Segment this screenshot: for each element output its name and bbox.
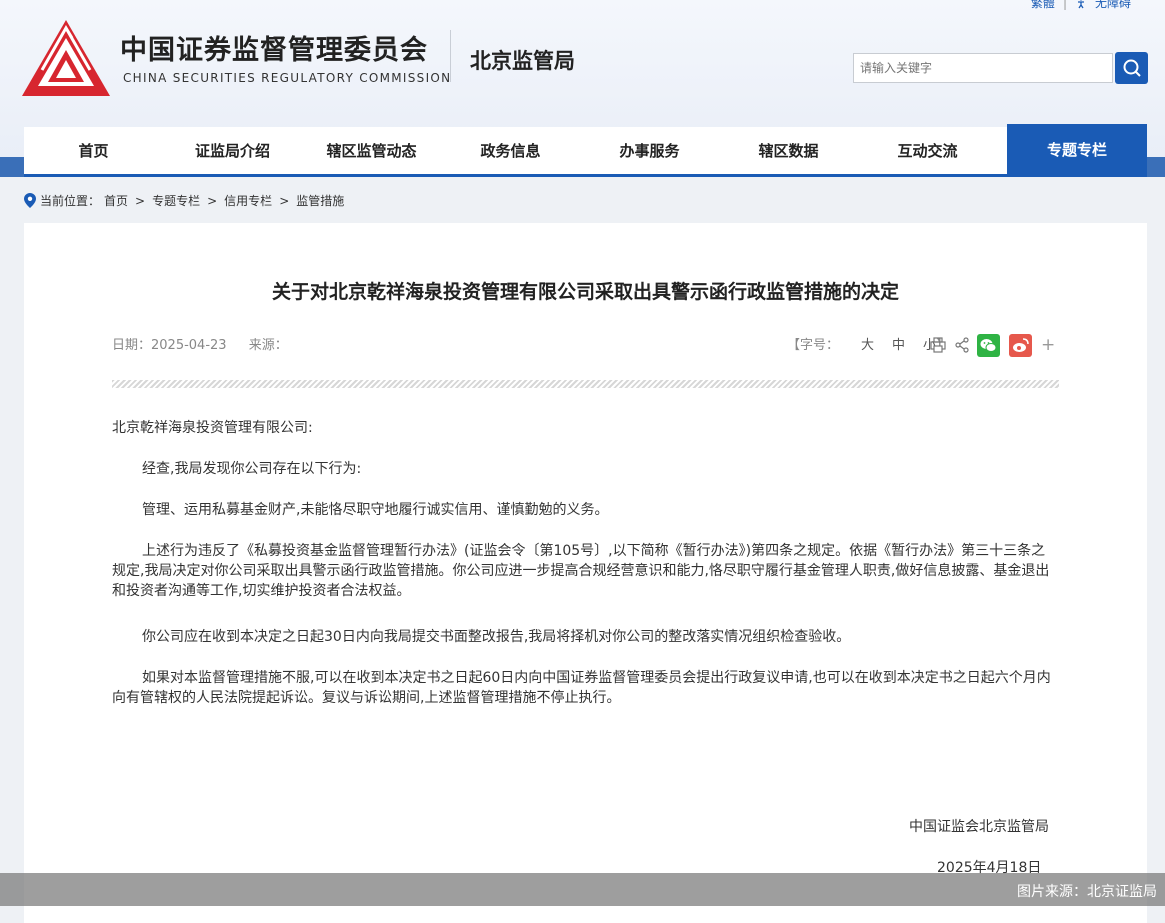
wechat-icon (980, 339, 997, 352)
nav-item-about[interactable]: 证监局介绍 (163, 127, 302, 174)
print-icon[interactable] (930, 337, 946, 353)
search-icon (1123, 59, 1141, 77)
body-paragraph: 管理、运用私募基金财产,未能恪尽职守地履行诚实信用、谨慎勤勉的义务。 (142, 502, 609, 518)
body-paragraph: 如果对本监督管理措施不服,可以在收到本决定书之日起60日内向中国证券监督管理委员… (112, 670, 1051, 706)
nav-band-right (1147, 157, 1165, 177)
breadcrumb: 当前位置： 首页 > 专题专栏 > 信用专栏 > 监管措施 (24, 192, 344, 209)
bureau-name: 北京监管局 (470, 49, 575, 73)
article-title: 关于对北京乾祥海泉投资管理有限公司采取出具警示函行政监管措施的决定 (271, 281, 899, 303)
more-share-button[interactable]: + (1041, 335, 1055, 355)
font-size-large[interactable]: 大 (861, 334, 874, 353)
wechat-share-button[interactable] (977, 334, 1000, 357)
csrc-logo-icon[interactable] (22, 20, 110, 96)
breadcrumb-separator: > (279, 193, 290, 208)
font-size-tools: 【字号： 大 中 小 】 (787, 334, 949, 353)
traditional-chinese-link[interactable]: 繁體 (1031, 0, 1055, 11)
main-nav: 首页 证监局介绍 辖区监管动态 政务信息 办事服务 辖区数据 互动交流 专题专栏 (24, 124, 1147, 177)
accessibility-icon[interactable] (1075, 0, 1087, 9)
body-paragraph: 上述行为违反了《私募投资基金监督管理暂行办法》(证监会令〔第105号〕,以下简称… (112, 543, 1050, 599)
font-size-label: 【字号： (787, 338, 840, 353)
search-button[interactable] (1115, 52, 1148, 84)
location-pin-icon (24, 193, 36, 208)
signature-org: 中国证监会北京监管局 (909, 819, 1049, 835)
image-caption-bar: 图片来源：北京证监局 (0, 873, 1165, 906)
nav-band-left (0, 157, 24, 177)
breadcrumb-prefix: 当前位置： (40, 194, 101, 208)
breadcrumb-separator: > (207, 193, 218, 208)
nav-item-services[interactable]: 办事服务 (580, 127, 719, 174)
article-date: 2025-04-23 (151, 338, 227, 353)
org-name-en: CHINA SECURITIES REGULATORY COMMISSION (123, 71, 452, 85)
nav-item-special-topics[interactable]: 专题专栏 (1007, 124, 1147, 174)
date-label: 日期： (112, 338, 152, 353)
article-meta: 日期：2025-04-23 来源： (112, 334, 288, 353)
title-divider (112, 380, 1059, 388)
breadcrumb-home[interactable]: 首页 (104, 192, 128, 209)
breadcrumb-measures[interactable]: 监管措施 (296, 192, 344, 209)
body-paragraph: 经查,我局发现你公司存在以下行为: (142, 461, 362, 477)
breadcrumb-special-topics[interactable]: 专题专栏 (152, 192, 200, 209)
nav-item-home[interactable]: 首页 (24, 127, 163, 174)
search-input[interactable] (853, 53, 1113, 83)
header-divider (450, 30, 451, 82)
breadcrumb-separator: > (135, 193, 146, 208)
weibo-share-button[interactable] (1009, 334, 1032, 357)
weibo-icon (1013, 338, 1029, 352)
top-links-separator: | (1062, 0, 1067, 10)
source-label: 来源： (248, 338, 288, 353)
body-paragraph: 你公司应在收到本决定之日起30日内向我局提交书面整改报告,我局将择机对你公司的整… (142, 629, 851, 645)
addressee: 北京乾祥海泉投资管理有限公司: (112, 420, 313, 436)
image-caption: 图片来源：北京证监局 (1017, 884, 1157, 900)
nav-item-regulatory-news[interactable]: 辖区监管动态 (302, 127, 441, 174)
share-icon[interactable] (955, 337, 969, 353)
accessibility-link[interactable]: 无障碍 (1095, 0, 1131, 11)
top-links: 繁體 | 无障碍 (1031, 0, 1131, 11)
font-size-medium[interactable]: 中 (892, 334, 905, 353)
breadcrumb-credit[interactable]: 信用专栏 (224, 192, 272, 209)
nav-item-gov-info[interactable]: 政务信息 (441, 127, 580, 174)
org-name-cn: 中国证券监督管理委员会 (120, 35, 428, 66)
nav-item-data[interactable]: 辖区数据 (719, 127, 858, 174)
nav-item-interaction[interactable]: 互动交流 (858, 127, 997, 174)
